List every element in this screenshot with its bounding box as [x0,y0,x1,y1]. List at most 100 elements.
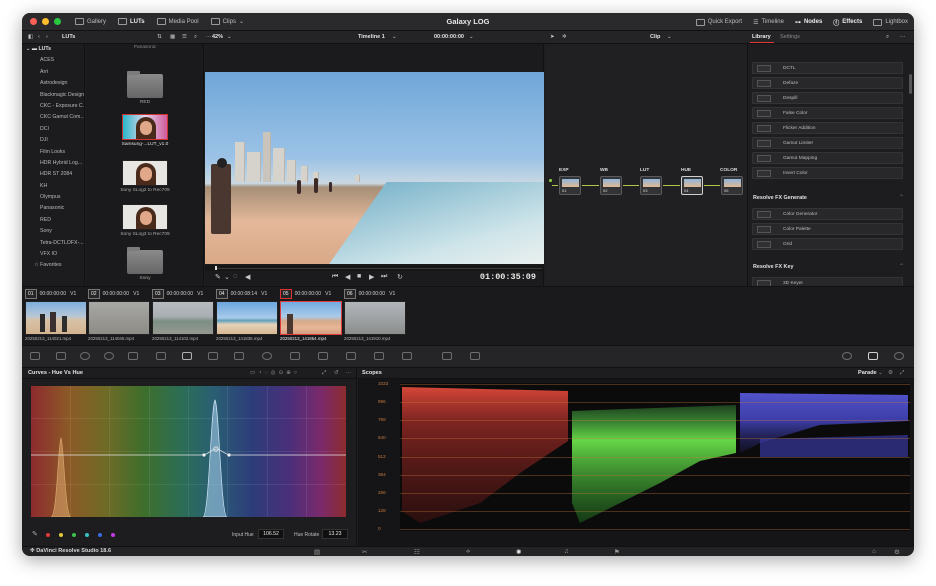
qualifier-icon[interactable] [234,352,244,360]
swatch-cyan[interactable] [85,533,89,537]
skip-back-icon[interactable]: ⏮ [332,273,338,281]
swatch-blue[interactable] [98,533,102,537]
camera-raw-icon[interactable] [30,352,40,360]
lut-tree-item[interactable]: ACES [22,55,84,66]
lut-tree-item[interactable]: HDR ST 2084 [22,169,84,180]
lut-samsung[interactable]: Samsung-...LUT_v1.0 [86,114,203,147]
rgb-mixer-icon[interactable] [128,352,138,360]
keyframes-icon[interactable] [842,352,852,360]
lut-tree-item[interactable]: Blackmagic Design [22,90,84,101]
lut-folder-red[interactable]: RED [86,71,203,105]
edit-page-icon[interactable]: ☷ [414,548,420,556]
cut-page-icon[interactable]: ✂ [362,548,367,556]
forward-icon[interactable]: › [46,34,48,40]
effects-button[interactable]: ⓕ Effects [833,18,862,27]
media-pool-button[interactable]: Media Pool [156,18,199,25]
clip-thumbnail[interactable] [25,301,87,335]
sidebar-toggle-icon[interactable]: ◧ [28,34,33,40]
gear-icon[interactable]: ⚙ [894,548,900,556]
grid-view-icon[interactable]: ▦ [170,34,175,40]
clip-thumbnail[interactable] [216,301,278,335]
section-fx-key[interactable]: Resolve FX Key [753,264,793,270]
key-icon[interactable] [374,352,384,360]
hdr-wheels-icon[interactable] [104,352,114,360]
speaker-icon[interactable]: ◀ [245,273,250,281]
stop-icon[interactable]: ■ [357,273,361,280]
hue-rotate-field[interactable]: 13.23 [322,529,348,539]
node-exp[interactable]: 01 [559,176,581,195]
blur-icon[interactable] [346,352,356,360]
info-icon[interactable] [894,352,904,360]
input-hue-field[interactable]: 106.52 [258,529,284,539]
effect-gamut-mapping[interactable]: Gamut Mapping [752,152,903,164]
window-icon[interactable] [262,352,272,360]
lut-tree-item[interactable]: Olympus [22,192,84,203]
clips-button[interactable]: Clips ⌄ [210,18,244,25]
expand-icon[interactable]: ⤢ [322,370,326,377]
more-options-icon[interactable]: ··· [346,370,352,376]
fairlight-page-icon[interactable]: ♫ [564,548,569,555]
effect-false-color[interactable]: False Color [752,107,903,119]
effect-defaze[interactable]: Defaze [752,77,903,89]
viewer-frame[interactable] [205,72,544,264]
color-match-icon[interactable] [56,352,66,360]
lut-tree-item[interactable]: Sony [22,226,84,237]
gallery-button[interactable]: Gallery [75,18,106,25]
3d-icon[interactable] [442,352,452,360]
lut-tree-item[interactable]: KH [22,181,84,192]
clip-thumbnail[interactable] [152,301,214,335]
scope-mode-select[interactable]: Parade [858,370,877,376]
fusion-page-icon[interactable]: ⟡ [466,548,470,556]
quick-export-button[interactable]: Quick Export [695,18,742,26]
effect-dctl[interactable]: DCTL [752,62,903,74]
skip-forward-icon[interactable]: ⏭ [381,273,387,281]
swatch-magenta[interactable] [111,533,115,537]
chevron-up-icon[interactable]: ⌃ [899,263,904,270]
lut-tree-item[interactable]: Panasonic [22,203,84,214]
step-back-icon[interactable]: ◀ [345,273,350,281]
media-page-icon[interactable]: ▤ [314,548,320,556]
search-icon[interactable]: ⌕ [194,34,197,41]
timeline-name[interactable]: Timeline 1 [358,34,385,40]
node-hue[interactable]: 04 [681,176,703,195]
luts-button[interactable]: LUTs [118,18,145,25]
eyedropper-icon[interactable]: ✎ [32,530,38,538]
clip-thumbnail-active[interactable] [280,301,342,335]
lightbox-button[interactable]: Lightbox [873,18,908,26]
effect-grid[interactable]: Grid [752,238,903,250]
home-icon[interactable]: ⌂ [872,548,876,555]
curves-icon[interactable] [182,352,192,360]
library-tab[interactable]: Library [752,34,771,40]
clip-thumbnail[interactable] [344,301,406,335]
more-options-icon[interactable]: ··· [900,34,906,40]
effect-despill[interactable]: Despill [752,92,903,104]
hue-vs-hue-graph[interactable] [31,386,346,517]
node-color[interactable]: 05 [721,176,743,195]
zoom-window-button[interactable] [54,18,61,25]
expand-icon[interactable]: ⤢ [900,370,904,377]
viewer-scrubber[interactable] [205,265,544,271]
chevron-up-icon[interactable]: ⌃ [899,194,904,201]
loop-icon[interactable]: ↻ [397,273,403,281]
effect-invert-color[interactable]: Invert Color [752,167,903,179]
magic-mask-icon[interactable] [318,352,328,360]
picker-icon[interactable]: ✎ [215,273,221,281]
more-options-icon[interactable]: ··· [206,34,212,40]
lut-tree-item[interactable]: Arri [22,67,84,78]
color-wheels-icon[interactable] [80,352,90,360]
effect-color-palette[interactable]: Color Palette [752,223,903,235]
timeline-button[interactable]: ☰ Timeline [753,19,784,26]
viewer-zoom[interactable]: 42% [212,34,223,40]
lut-tree-item[interactable]: VFX IO [22,249,84,260]
clip-thumbnail[interactable] [88,301,150,335]
reset-icon[interactable]: ↺ [334,370,339,376]
lut-tree-item[interactable]: RED [22,215,84,226]
close-window-button[interactable] [30,18,37,25]
lut-tree-item[interactable]: CKC - Exposure C... [22,101,84,112]
back-icon[interactable]: ‹ [38,34,40,40]
scopes-icon[interactable] [868,352,878,360]
color-page-icon[interactable]: ✺ [516,548,521,556]
node-tool-icon[interactable]: ✲ [562,34,567,40]
lut-sony-slog2[interactable]: Sony SLog2 to Rec709 [86,160,203,193]
deliver-page-icon[interactable]: ⚑ [614,548,620,556]
